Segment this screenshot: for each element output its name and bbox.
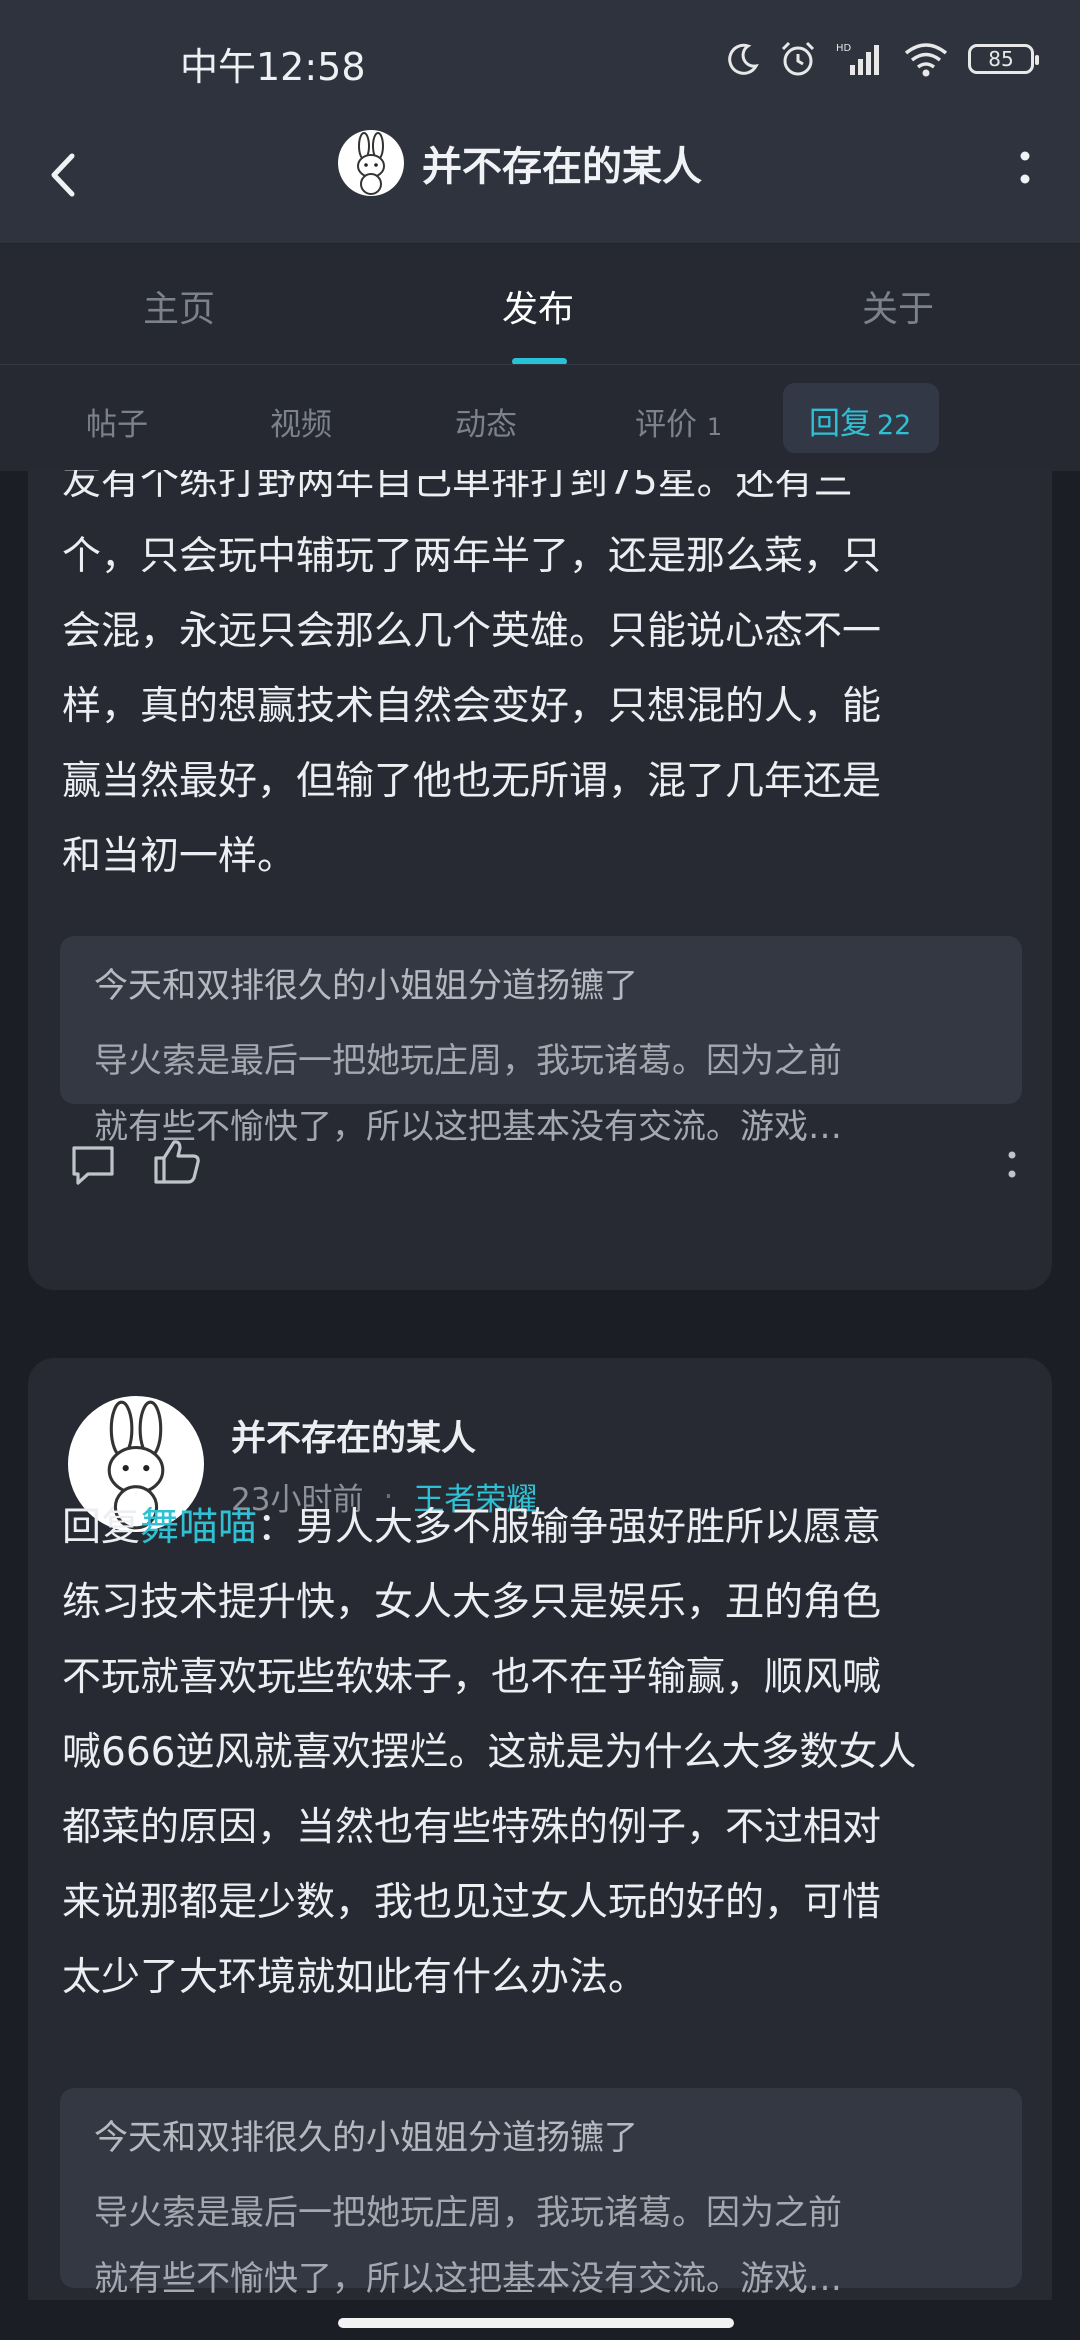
subtab-reviews-label: 评价 (635, 407, 697, 443)
sub-tabs: 帖子 视频 动态 评价 1 回复 22 (0, 364, 1080, 471)
quoted-post-title: 今天和双排很久的小姐姐分道扬镳了 (94, 966, 638, 1006)
subtab-reviews-count: 1 (706, 413, 723, 441)
quoted-post-text: 导火索是最后一把她玩庄周，我玩诸葛。因为之前 就有些不愉快了，所以这把基本没有交… (94, 1041, 842, 1147)
status-bar: 中午12:58 HD 85 (0, 0, 1080, 122)
wifi-icon (904, 43, 948, 77)
subtab-moments[interactable]: 动态 (455, 399, 517, 444)
reply-rest: 练习技术提升快，女人大多只是娱乐，丑的角色 不玩就喜欢玩些软妹子，也不在乎输赢，… (62, 1580, 917, 2000)
reply-prefix: 回复 (62, 1505, 141, 1550)
author-name[interactable]: 并不存在的某人 (231, 1410, 476, 1461)
home-indicator[interactable] (338, 2318, 734, 2328)
like-icon[interactable] (150, 1136, 204, 1190)
alarm-icon (781, 41, 815, 76)
page-title: 并不存在的某人 (422, 144, 702, 190)
moon-icon (728, 43, 759, 75)
quoted-post[interactable]: 今天和双排很久的小姐姐分道扬镳了 导火索是最后一把她玩庄周，我玩诸葛。因为之前 … (60, 936, 1022, 1147)
subtab-posts[interactable]: 帖子 (86, 399, 148, 444)
quoted-post-title: 今天和双排很久的小姐姐分道扬镳了 (94, 2118, 638, 2158)
reply-mention[interactable]: 舞喵喵 (140, 1505, 257, 1550)
signal-icon: HD (836, 43, 879, 75)
status-time: 中午12:58 (180, 45, 366, 89)
post-card: 并不存在的某人 23小时前 · 王者荣耀 回复舞喵喵：男人大多不服输争强好胜所以… (28, 1358, 1052, 2310)
nav-title[interactable]: 并不存在的某人 (338, 130, 702, 196)
nav-bar: 并不存在的某人 (0, 122, 1080, 242)
avatar[interactable] (338, 130, 404, 196)
subtab-replies[interactable]: 回复 22 (783, 383, 939, 453)
post-body: 回复舞喵喵：男人大多不服输争强好胜所以愿意 练习技术提升快，女人大多只是娱乐，丑… (62, 1490, 1042, 2015)
tab-home[interactable]: 主页 (143, 280, 215, 332)
reply-first-line: ：男人大多不服输争强好胜所以愿意 (257, 1505, 882, 1550)
subtab-reviews[interactable]: 评价 1 (635, 399, 722, 444)
tab-about[interactable]: 关于 (862, 280, 934, 332)
main-tabs: 主页 发布 关于 (0, 243, 1080, 365)
top-bar: 中午12:58 HD 85 并不存在的某人 (0, 0, 1080, 243)
battery-level: 85 (988, 47, 1014, 71)
tab-publish[interactable]: 发布 (502, 280, 574, 332)
post-body: 友有个练打野两年自己单排打到75星。还有三 个，只会玩中辅玩了两年半了，还是那么… (62, 470, 882, 879)
quoted-post-text: 导火索是最后一把她玩庄周，我玩诸葛。因为之前 就有些不愉快了，所以这把基本没有交… (94, 2193, 842, 2299)
quoted-post[interactable]: 今天和双排很久的小姐姐分道扬镳了 导火索是最后一把她玩庄周，我玩诸葛。因为之前 … (60, 2088, 1022, 2299)
back-icon[interactable] (40, 140, 90, 210)
comment-icon[interactable] (68, 1140, 118, 1190)
post-more-icon[interactable] (1004, 1142, 1020, 1188)
subtab-replies-text: 回复 22 (809, 398, 911, 443)
rabbit-avatar-icon (357, 132, 385, 195)
subtab-replies-count: 22 (877, 410, 912, 441)
subtab-replies-label: 回复 (809, 406, 871, 442)
svg-text:HD: HD (836, 43, 852, 54)
post-card: 友有个练打野两年自己单排打到75星。还有三 个，只会玩中辅玩了两年半了，还是那么… (28, 470, 1052, 1290)
more-icon[interactable] (1010, 142, 1040, 202)
battery-icon: 85 (968, 44, 1039, 74)
feed[interactable]: 友有个练打野两年自己单排打到75星。还有三 个，只会玩中辅玩了两年半了，还是那么… (0, 470, 1080, 2310)
subtab-videos[interactable]: 视频 (270, 399, 332, 444)
status-icons: HD 85 (726, 40, 1039, 78)
